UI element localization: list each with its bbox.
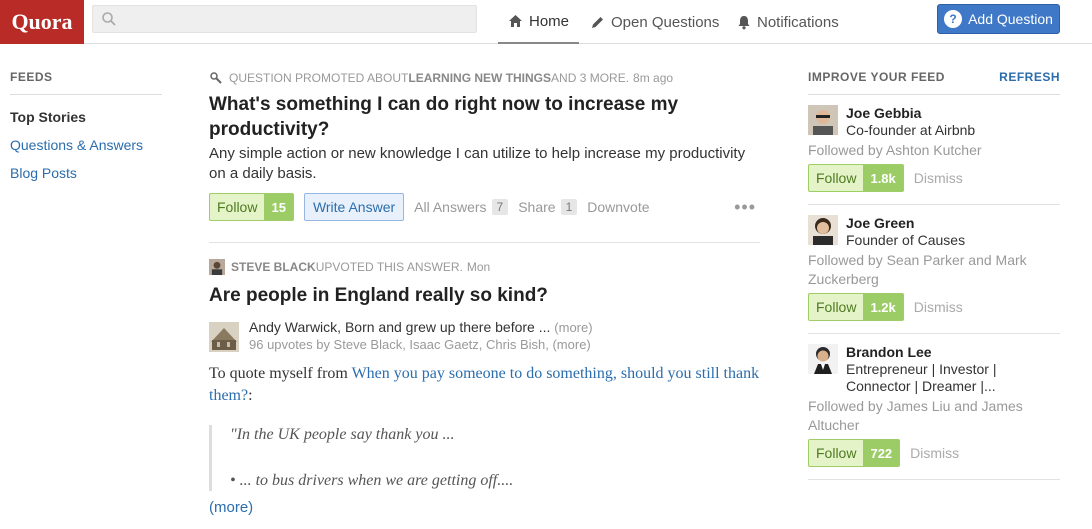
feed-story: QUESTION PROMOTED ABOUT LEARNING NEW THI… [209, 70, 760, 243]
question-title[interactable]: What's something I can do right now to i… [209, 92, 760, 142]
all-answers-label: All Answers [414, 199, 487, 215]
person-description: Entrepreneur | Investor | Connector | Dr… [846, 361, 997, 394]
avatar[interactable] [808, 215, 838, 245]
follow-button[interactable]: Follow 15 [209, 193, 294, 221]
follow-count: 1.8k [863, 165, 903, 191]
nav-notifications-label: Notifications [757, 13, 839, 31]
improve-feed-heading: IMPROVE YOUR FEED [808, 70, 945, 84]
quote-line: "In the UK people say thank you ... [230, 426, 455, 443]
author-credential[interactable]: Andy Warwick, Born and grew up there bef… [249, 319, 550, 335]
person-description: Co-founder at Airbnb [846, 122, 976, 138]
write-answer-button[interactable]: Write Answer [303, 193, 405, 221]
follow-count: 1.2k [863, 294, 903, 320]
main-feed: QUESTION PROMOTED ABOUT LEARNING NEW THI… [209, 70, 760, 516]
improve-feed-header: IMPROVE YOUR FEED REFRESH [808, 70, 1060, 95]
share-count: 1 [560, 199, 578, 215]
share-link[interactable]: Share 1 [518, 199, 578, 215]
answer-body: To quote myself from When you pay someon… [209, 363, 760, 407]
answer-text-suffix: : [248, 387, 253, 404]
question-details: Any simple action or new knowledge I can… [209, 145, 746, 182]
all-answers-count: 7 [491, 199, 509, 215]
add-question-label: Add Question [968, 11, 1053, 27]
dismiss-link[interactable]: Dismiss [910, 445, 959, 461]
sidebar-item-top-stories[interactable]: Top Stories [10, 109, 162, 127]
follow-button[interactable]: Follow 1.2k [808, 293, 904, 321]
person-name[interactable]: Joe Gebbia [846, 105, 975, 122]
story-meta: QUESTION PROMOTED ABOUT LEARNING NEW THI… [209, 70, 760, 86]
follow-label: Follow [217, 199, 258, 215]
author-more-link[interactable]: (more) [554, 320, 592, 335]
answer-text: To quote myself from [209, 365, 352, 382]
followed-by: Followed by Ashton Kutcher [808, 142, 982, 158]
search-icon [102, 12, 116, 26]
meta-prefix: QUESTION PROMOTED ABOUT [229, 71, 409, 85]
share-label: Share [518, 199, 556, 215]
feed-story: STEVE BLACK UPVOTED THIS ANSWER. Mon Are… [209, 259, 760, 516]
quote-bullet: • ... to bus drivers when we are getting… [230, 472, 514, 489]
promoted-icon [210, 72, 222, 84]
nav-open-questions[interactable]: Open Questions [590, 0, 719, 44]
story-meta: STEVE BLACK UPVOTED THIS ANSWER. Mon [209, 259, 760, 275]
search-box[interactable] [92, 5, 477, 33]
upvote-summary[interactable]: 96 upvotes by Steve Black, Isaac Gaetz, … [249, 337, 593, 353]
follow-label: Follow [816, 170, 857, 186]
person-name[interactable]: Brandon Lee [846, 344, 1060, 361]
person-name[interactable]: Joe Green [846, 215, 965, 232]
home-icon [509, 15, 522, 27]
more-options-icon[interactable]: ••• [734, 197, 756, 218]
nav-home-label: Home [529, 12, 570, 30]
dismiss-link[interactable]: Dismiss [914, 299, 963, 315]
meta-time: 8m ago [633, 71, 674, 85]
nav-open-questions-label: Open Questions [611, 13, 720, 31]
nav-home[interactable]: Home [498, 0, 579, 44]
search-input[interactable] [123, 6, 463, 32]
avatar[interactable] [808, 105, 838, 135]
followed-by: Followed by James Liu and James Altucher [808, 398, 1023, 433]
question-title[interactable]: Are people in England really so kind? [209, 283, 760, 308]
dismiss-link[interactable]: Dismiss [914, 170, 963, 186]
add-question-button[interactable]: ? Add Question [937, 4, 1060, 34]
user-avatar-small[interactable] [209, 259, 225, 275]
question-actions: Follow 15 Write Answer All Answers 7 Sha… [209, 192, 760, 222]
follow-count: 722 [863, 440, 900, 466]
follow-count: 15 [264, 194, 293, 220]
author-avatar[interactable] [209, 322, 239, 352]
answer-quote: "In the UK people say thank you ... • ..… [209, 425, 760, 491]
suggested-person: Joe Green Founder of Causes Followed by … [808, 205, 1060, 334]
nav-notifications[interactable]: Notifications [737, 0, 839, 44]
follow-label: Follow [816, 445, 857, 461]
follow-label: Follow [816, 299, 857, 315]
meta-time: Mon [466, 260, 491, 274]
meta-suffix: AND 3 MORE. [551, 71, 630, 85]
sidebar-item-questions-answers[interactable]: Questions & Answers [10, 137, 162, 155]
follow-button[interactable]: Follow 1.8k [808, 164, 904, 192]
person-description: Founder of Causes [846, 232, 966, 248]
meta-action: UPVOTED THIS ANSWER. [315, 260, 463, 274]
pencil-icon [592, 16, 603, 28]
follow-button[interactable]: Follow 722 [808, 439, 901, 467]
meta-user[interactable]: STEVE BLACK [231, 260, 316, 274]
suggested-person: Brandon Lee Entrepreneur | Investor | Co… [808, 334, 1060, 480]
sidebar-item-blog-posts[interactable]: Blog Posts [10, 165, 162, 183]
quote-bullet-text: ... to bus drivers when we are getting o… [239, 472, 514, 489]
suggested-person: Joe Gebbia Co-founder at Airbnb Followed… [808, 95, 1060, 205]
story-divider [209, 242, 760, 243]
feeds-heading: FEEDS [10, 70, 162, 95]
meta-topic[interactable]: LEARNING NEW THINGS [408, 71, 551, 85]
read-more-link[interactable]: (more) [209, 499, 760, 516]
refresh-link[interactable]: REFRESH [999, 70, 1060, 84]
all-answers-link[interactable]: All Answers 7 [414, 199, 509, 215]
improve-feed-panel: IMPROVE YOUR FEED REFRESH Joe Gebbia Co-… [808, 70, 1060, 480]
quora-logo[interactable]: Quora [0, 0, 84, 44]
answer-header: Andy Warwick, Born and grew up there bef… [209, 318, 760, 353]
question-bubble-icon: ? [944, 10, 963, 28]
answer-author: Andy Warwick, Born and grew up there bef… [249, 318, 593, 337]
followed-by: Followed by Sean Parker and Mark Zuckerb… [808, 252, 1027, 287]
bell-icon [738, 15, 750, 29]
top-bar: Quora Home Open Questions Notifications … [0, 0, 1092, 44]
feeds-sidebar: FEEDS Top Stories Questions & Answers Bl… [10, 70, 162, 183]
downvote-link[interactable]: Downvote [587, 199, 649, 215]
avatar[interactable] [808, 344, 838, 374]
